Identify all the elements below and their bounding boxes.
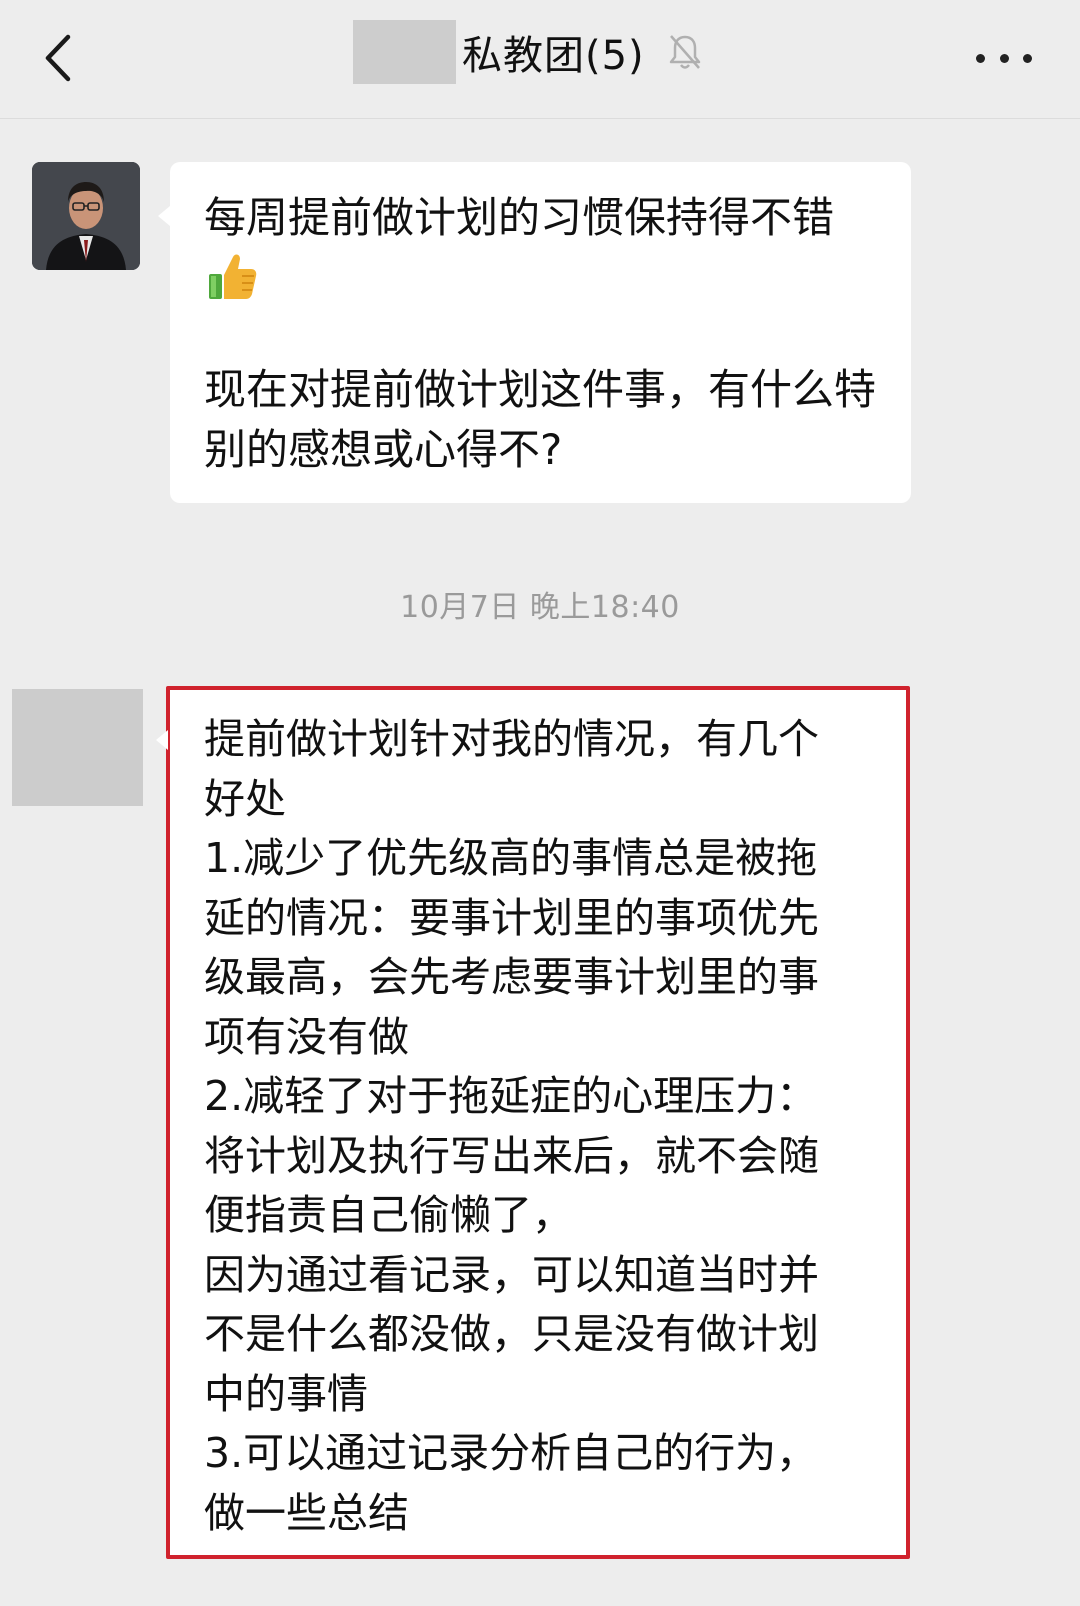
chat-title-group: 私教团(5) (353, 20, 703, 84)
more-dots-icon (999, 53, 1009, 63)
reply-line: 中的事情 (204, 1369, 368, 1418)
more-options-button[interactable] (976, 38, 1032, 78)
message-text: 每周提前做计划的习惯保持得不错 (204, 193, 835, 242)
chat-header: 私教团(5) (0, 0, 1080, 119)
chevron-left-icon (45, 34, 71, 82)
reply-line: 延的情况：要事计划里的事项优先 (204, 893, 819, 942)
reply-line: 将计划及执行写出来后，就不会随 (204, 1131, 819, 1180)
chat-title: 私教团(5) (462, 33, 645, 79)
redacted-avatar[interactable] (12, 689, 143, 806)
message-text: 现在对提前做计划这件事，有什么特别的感想或心得不? (204, 365, 877, 474)
reply-line: 项有没有做 (204, 1012, 409, 1061)
avatar-portrait (32, 162, 140, 270)
coach-avatar[interactable] (32, 162, 140, 270)
reply-text: 提前做计划针对我的情况，有几个 好处 1.减少了优先级高的事情总是被拖 延的情况：要事… (204, 710, 886, 1543)
thumbs-up-icon (209, 254, 257, 299)
bell-off-icon (667, 32, 703, 72)
reply-line: 便指责自己偷懒了， (204, 1191, 573, 1239)
reply-line: 2.减轻了对于拖延症的心理压力： (204, 1072, 818, 1120)
reply-line: 级最高，会先考虑要事计划里的事 (204, 953, 819, 1001)
reply-line: 好处 (204, 774, 286, 823)
more-dots-icon (976, 53, 985, 63)
reply-bubble-highlighted[interactable]: 提前做计划针对我的情况，有几个 好处 1.减少了优先级高的事情总是被拖 延的情况：要事… (156, 686, 910, 1559)
reply-line: 做一些总结 (204, 1488, 409, 1537)
redacted-block (353, 20, 456, 84)
message-bubble[interactable]: 每周提前做计划的习惯保持得不错 现在对提前做计划这件事，有什么特别的感想或心得不… (158, 162, 911, 503)
more-dots-icon (1023, 53, 1032, 63)
reply-line: 提前做计划针对我的情况，有几个 (204, 715, 819, 763)
back-button[interactable] (34, 30, 82, 86)
reply-line: 因为通过看记录，可以知道当时并 (204, 1250, 819, 1299)
reply-line: 不是什么都没做，只是没有做计划 (204, 1310, 819, 1358)
reply-line: 1.减少了优先级高的事情总是被拖 (204, 834, 818, 882)
message-timestamp: 10月7日 晚上18:40 (400, 590, 680, 625)
reply-line: 3.可以通过记录分析自己的行为， (204, 1429, 818, 1477)
